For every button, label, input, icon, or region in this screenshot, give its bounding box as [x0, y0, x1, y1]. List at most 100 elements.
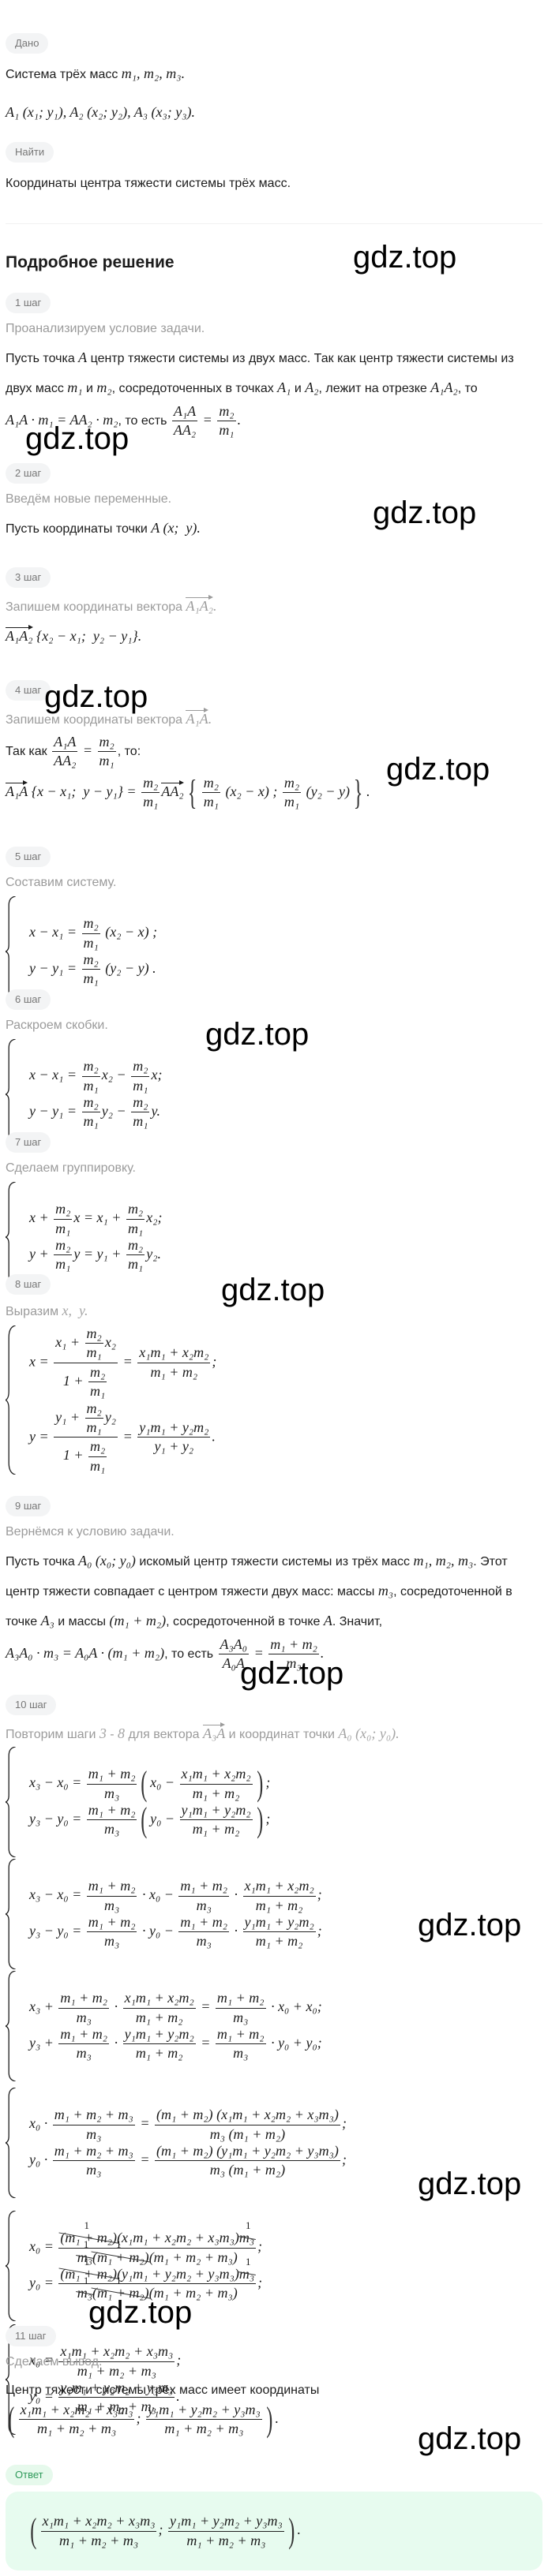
math-expression: x₁m₁ + x₂m₂ [244, 1878, 314, 1894]
denominator: m₁ [88, 1457, 107, 1475]
text-segment: , то: [117, 745, 141, 759]
fraction: m₂ m₁ [131, 1094, 150, 1131]
bracket-content: m₂ m₁ (x₂ − x) ; m₂ m₁ (y₂ − y) [201, 775, 350, 811]
denominator: m₁ [82, 934, 100, 952]
numerator: x₁m₁ + x₂m₂ [242, 1878, 316, 1897]
math-expression: m₁ + m₂ + m₃ [54, 2107, 133, 2123]
watermark: gdz.top [205, 1017, 310, 1052]
numerator: m₂ [84, 1400, 103, 1419]
math-expression: m₁ + m₂ + m₃ [37, 2421, 117, 2437]
numerator: m₁ + m₂ [215, 1990, 266, 2009]
text-segment: Сделаем вывод. [6, 2355, 103, 2368]
numerator: m₂ [54, 1201, 73, 1220]
divider [6, 223, 542, 224]
math-expression: x₁m₁ + x₂m₂ + x₃m₃ [42, 2513, 156, 2529]
math-expression: · x₀ + x₀; [267, 1998, 322, 2015]
math-expression: A₂ [305, 379, 319, 395]
math-expression: m₁ [55, 1256, 71, 1273]
math-expression: x₁m₁ + x₂m₂ [181, 1766, 251, 1782]
math-expression: y₃ + [29, 2035, 58, 2051]
fraction: m₁ + m₂ + m₃ m₃ [52, 2143, 135, 2179]
bracket-content: x₁m₁ + x₂m₂ + x₃m₃ m₁ + m₂ + m₃; y₁m₁ + y… [17, 2402, 264, 2438]
denominator: m₁ [82, 970, 100, 987]
math-expression: x₂ [104, 1334, 117, 1351]
math-expression: y₂. [146, 1246, 161, 1262]
math-expression: ; [257, 2238, 263, 2255]
step-text: Центр тяжести системы трёх масс имеет ко… [6, 2376, 542, 2405]
fraction: m₂ m₁ [81, 1058, 100, 1094]
bracket-group: (y₀ − y₁m₁ + y₂m₂ m₁ + m₂) [138, 1802, 265, 1838]
denominator: m₁ [141, 793, 160, 810]
math-expression: x₀ = [29, 2238, 58, 2255]
math-expression: ; [317, 1923, 322, 1939]
math-expression: y₀ · [29, 2152, 51, 2168]
bracket-content: x₁m₁ + x₂m₂ + x₃m₃ m₁ + m₂ + m₃; y₁m₁ + y… [39, 2513, 286, 2549]
math-expression: m₃ [76, 2045, 92, 2062]
text-segment: Раскроем скобки. [6, 1019, 108, 1032]
vector-notation: A₁A₂ [6, 625, 33, 645]
numerator: (m₁ + m₂) (x₁m₁ + x₂m₂ + x₃m₃) [154, 2107, 340, 2125]
denominator: m₁ + m₂ [191, 1820, 242, 1838]
math-expression: A₃A₀ · m₃ = A₀A · (m₁ + m₂) [6, 1645, 165, 1662]
numerator: y₁m₁ + y₂m₂ [179, 1802, 253, 1821]
math-expression: m₁ + m₂ [88, 1914, 136, 1930]
math-expression: m₃ [86, 2125, 102, 2142]
numerator: x₁ + m₂ m₁ x₂ [54, 1325, 118, 1363]
numerator: x₁m₁ + x₂m₂ + x₃m₃ [18, 2402, 135, 2421]
math-expression: m₁ + m₂ + m₃ [164, 2421, 244, 2437]
step-caption: Составим систему. [6, 874, 542, 892]
math-expression: ; [341, 2115, 347, 2132]
fraction: m₁ + m₂ m₃ [215, 1990, 266, 2026]
math-expression: A₁ (x₁; y₁), A₂ (x₂; y₂), A₃ (x₃; y₃). [6, 104, 196, 120]
find-section: Найти Координаты центра тяжести системы … [6, 142, 542, 196]
watermark: gdz.top [373, 495, 477, 530]
cancel-result: 1 [245, 2255, 251, 2268]
math-expression: = [199, 412, 216, 428]
equation-system: x₃ − x₀ = m₁ + m₂ m₃ · x₀ − m₁ + m₂ m₃ · x… [6, 1859, 322, 1969]
math-expression: m₃ [233, 2009, 249, 2025]
fraction: m₂ m₁ [141, 775, 160, 811]
denominator: m₃ [195, 1932, 213, 1950]
text-segment: Запишем координаты вектора [6, 600, 186, 614]
text-segment: искомый центр тяжести системы из трёх ма… [135, 1555, 414, 1568]
fraction: y₁m₁ + y₂m₂ + y₃m₃ m₁ + m₂ + m₃ [167, 2513, 284, 2549]
math-expression: m₃ [104, 1785, 120, 1801]
numerator: x₁m₁ + x₂m₂ [122, 1990, 196, 2009]
math-expression: m₁ [127, 1220, 144, 1236]
math-expression: y − y₁ = [29, 1103, 81, 1120]
math-expression: m₂ [55, 1237, 71, 1253]
math-expression: y. [151, 1103, 160, 1120]
math-expression: x₁m₁ + x₂m₂ [139, 1344, 209, 1361]
math-expression: x₁m₁ + x₂m₂ + x₃m₃ [20, 2402, 133, 2417]
math-expression: x₂ − [101, 1067, 130, 1083]
math-expression: (m₁ + m₂) (x₁m₁ + x₂m₂ + x₃m₃) [156, 2107, 339, 2123]
system-row: y − y₁ = m₂ m₁ y₂ − m₂ m₁ y. [29, 1094, 162, 1131]
numerator: (m₁ + m₂) (y₁m₁ + y₂m₂ + y₃m₃) [154, 2143, 340, 2162]
math-expression: y = [29, 1428, 53, 1445]
math-expression: · [111, 2035, 122, 2051]
fraction: x₁m₁ + x₂m₂ m₁ + m₂ [242, 1878, 316, 1914]
math-expression: m₁ + m₂ [88, 1766, 136, 1782]
numerator: m₁ + m₂ [58, 1990, 110, 2009]
text-segment: . Значит, [332, 1615, 383, 1628]
fraction: m₁ + m₂ m₃ [86, 1914, 137, 1950]
math-expression: m₂ [83, 952, 99, 967]
text-segment: и [82, 382, 97, 395]
math-expression: m₁ [99, 753, 114, 769]
math-expression: x, y. [62, 1303, 88, 1318]
denominator: AA₂ [52, 752, 77, 769]
math-expression: {x₂ − x₁; y₂ − y₁}. [32, 628, 142, 644]
find-text: Координаты центра тяжести системы трёх м… [6, 177, 291, 190]
system-rows: x₃ − x₀ = m₁ + m₂ m₃(x₀ − x₁m₁ + x₂m₂ m₁ +… [17, 1747, 270, 1857]
math-expression: m₁ + m₂ [255, 1897, 303, 1913]
denominator: m₁ + m₂ + m₃ [185, 2532, 267, 2549]
system-row: x₃ + m₁ + m₂ m₃ · x₁m₁ + x₂m₂ m₁ + m₂ = m₁… [29, 1990, 322, 2026]
answer-formula: (x₁m₁ + x₂m₂ + x₃m₃ m₁ + m₂ + m₃; y₁m₁ + … [28, 2513, 301, 2549]
step-caption: Запишем координаты вектора A₁A₂. [6, 595, 542, 616]
denominator: m₃ [84, 2161, 103, 2178]
text-segment: , сосредоточенной в точке [166, 1615, 324, 1628]
denominator: m₃ [103, 1897, 121, 1914]
math-expression: m₁ [203, 794, 219, 810]
math-expression: m₁ + m₂ [180, 1914, 228, 1930]
denominator: m₁ [54, 1220, 72, 1237]
